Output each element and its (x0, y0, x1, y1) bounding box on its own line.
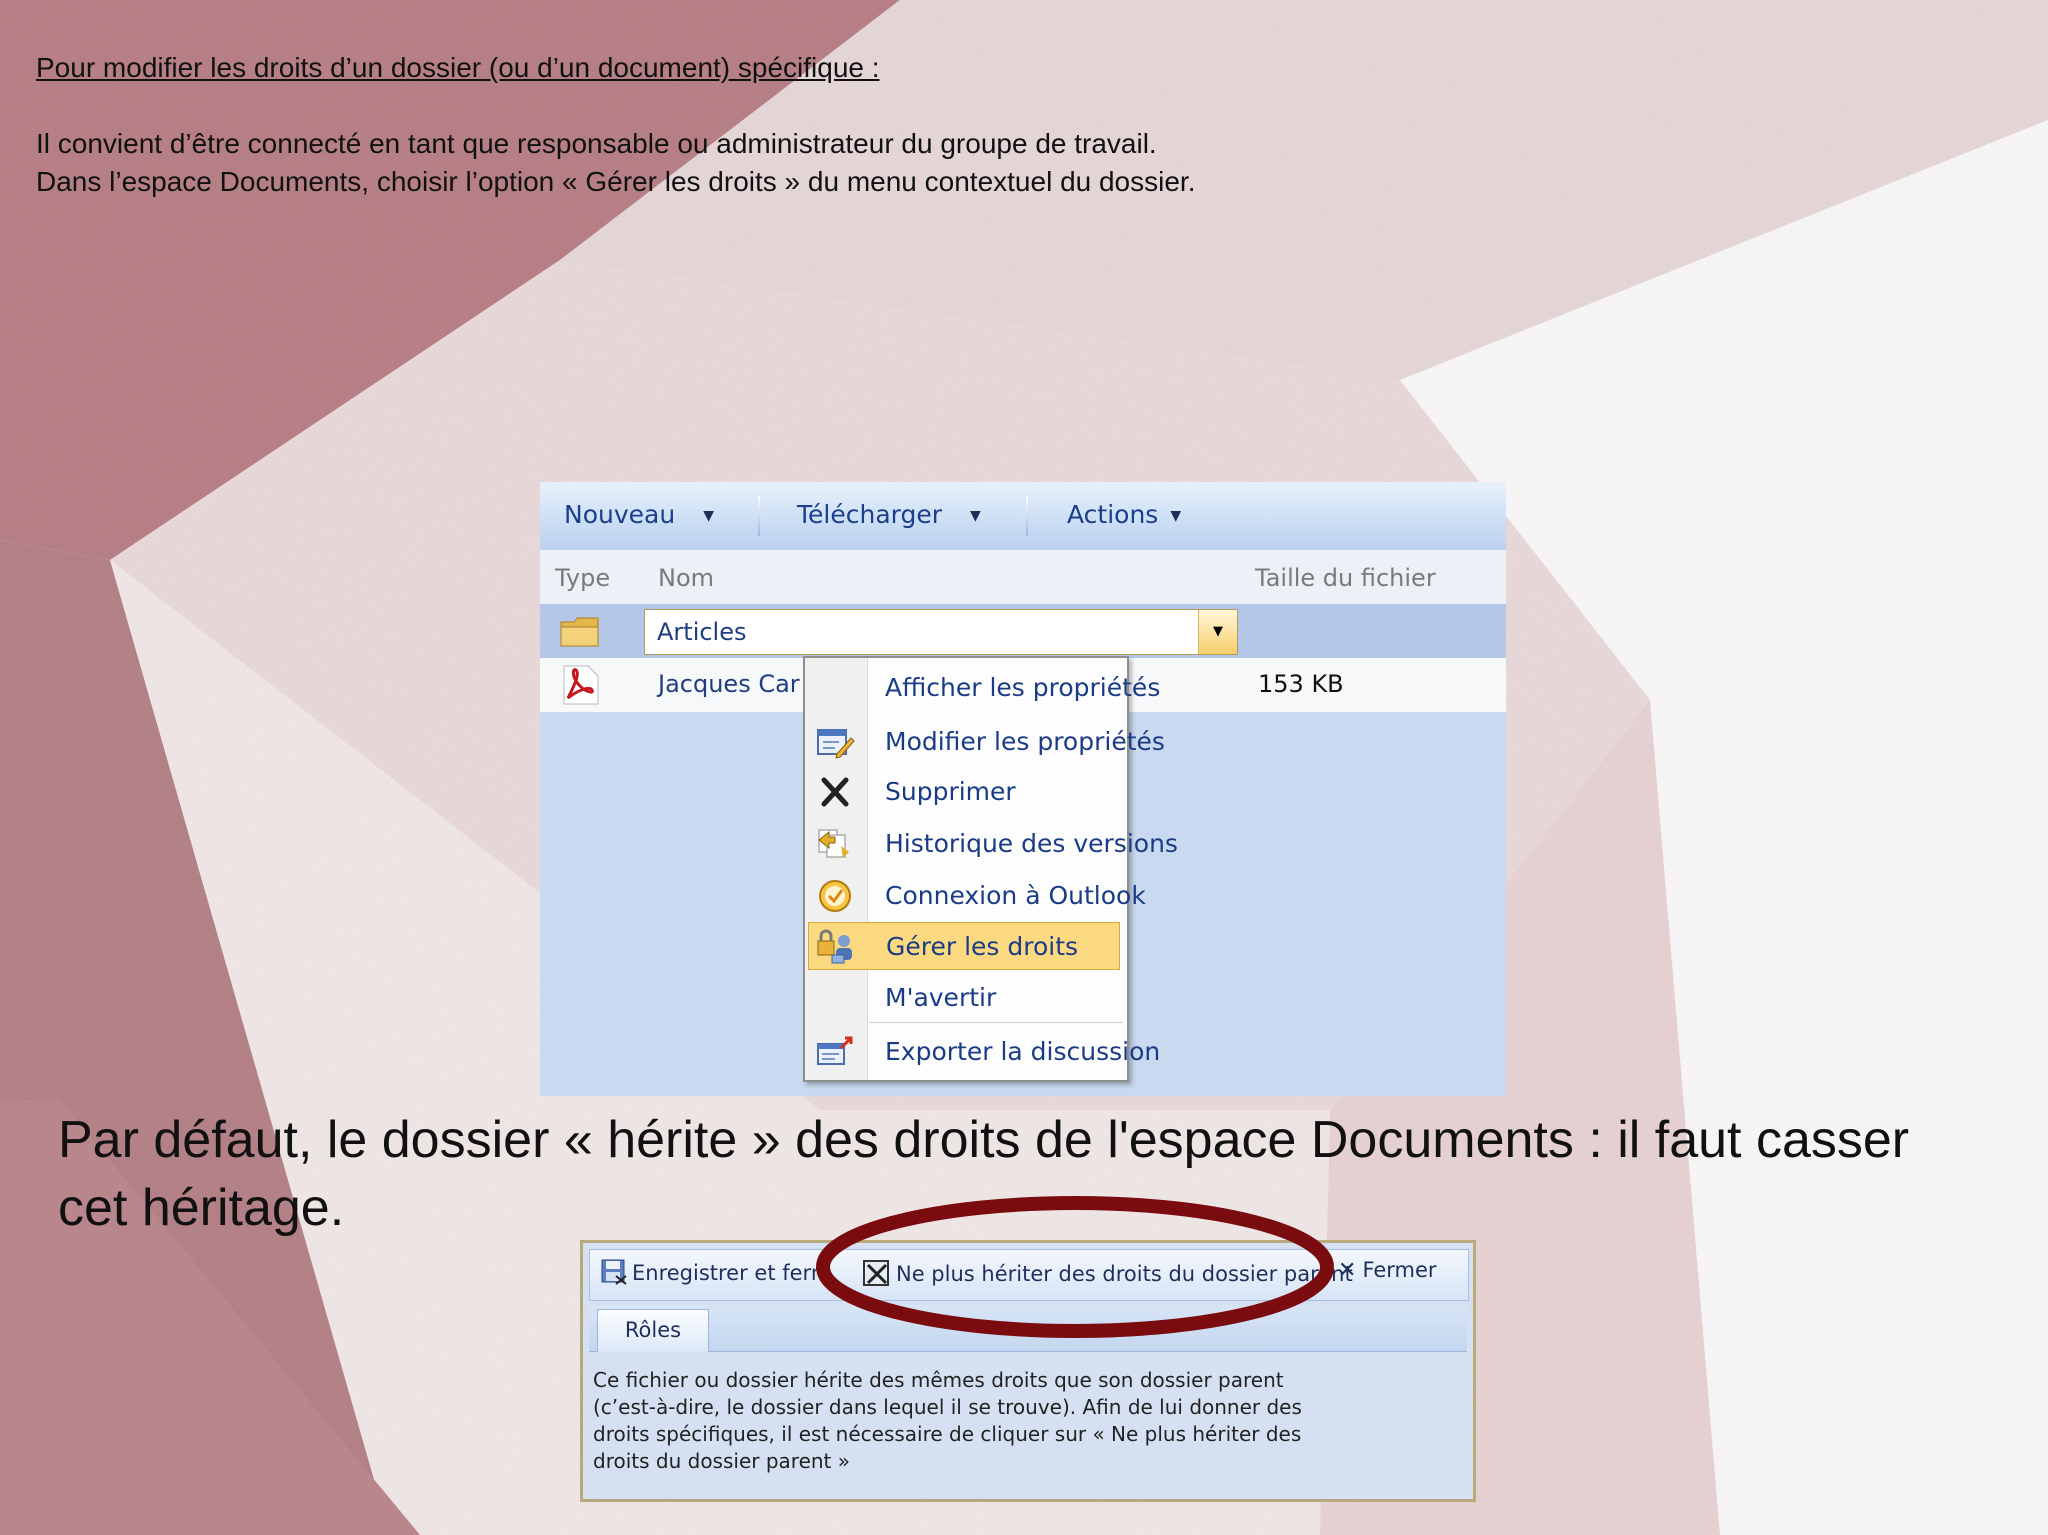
menu-item-label: Modifier les propriétés (885, 727, 1165, 756)
menu-item-label: M'avertir (885, 983, 997, 1012)
column-header-row: Type Nom Taille du fichier (540, 550, 1506, 604)
stop-inherit-icon (863, 1260, 889, 1286)
actions-menu-label: Actions (1067, 500, 1159, 529)
table-row[interactable]: Articles ▼ (540, 604, 1506, 658)
stop-inheriting-button[interactable]: Ne plus hériter des droits du dossier pa… (862, 1258, 1353, 1288)
chevron-down-icon: ▼ (703, 508, 714, 524)
folder-name[interactable]: Articles (657, 618, 747, 646)
intro-line-2: Dans l’espace Documents, choisir l’optio… (36, 166, 1196, 197)
upload-menu-label: Télécharger (797, 500, 943, 529)
file-name[interactable]: Jacques Car (658, 670, 800, 698)
menu-item-connect-outlook[interactable]: Connexion à Outlook (805, 872, 1146, 920)
menu-item-delete[interactable]: Supprimer (805, 768, 1127, 816)
close-button[interactable]: ✕ Fermer (1338, 1258, 1437, 1283)
document-library-screenshot: Nouveau ▼ Télécharger ▼ Actions ▼ Type Nom … (540, 482, 1506, 1096)
intro-line-1: Il convient d’être connecté en tant que … (36, 128, 1157, 159)
tab-roles[interactable]: Rôles (597, 1309, 709, 1352)
menu-item-label: Gérer les droits (886, 932, 1079, 961)
close-label: Fermer (1362, 1258, 1437, 1282)
actions-menu-button[interactable]: Actions ▼ (1067, 496, 1181, 534)
menu-item-export-discussion[interactable]: Exporter la discussion (805, 1028, 1160, 1076)
column-header-size[interactable]: Taille du fichier (1255, 564, 1436, 592)
menu-item-manage-permissions[interactable]: Gérer les droits (808, 922, 1120, 970)
new-menu-button[interactable]: Nouveau ▼ (564, 496, 714, 534)
menu-item-label: Afficher les propriétés (885, 673, 1161, 702)
menu-item-label: Exporter la discussion (885, 1037, 1161, 1066)
menu-item-label: Connexion à Outlook (885, 881, 1146, 910)
description-line: droits du dossier parent » (593, 1449, 850, 1473)
description-line: droits spécifiques, il est nécessaire de… (593, 1422, 1302, 1446)
library-toolbar: Nouveau ▼ Télécharger ▼ Actions ▼ (540, 482, 1506, 551)
description-line: (c’est-à-dire, le dossier dans lequel il… (593, 1395, 1302, 1419)
column-header-type[interactable]: Type (555, 564, 610, 592)
permissions-toolbar: Enregistrer et ferm Ne plus hériter des … (589, 1249, 1469, 1301)
chevron-down-icon: ▼ (1213, 624, 1223, 639)
menu-item-alert-me[interactable]: M'avertir (805, 974, 1127, 1022)
pdf-icon (563, 665, 599, 705)
folder-icon (560, 617, 599, 647)
delete-x-icon (821, 777, 849, 807)
chevron-down-icon: ▼ (970, 508, 981, 524)
close-icon: ✕ (1338, 1258, 1357, 1283)
chevron-down-icon: ▼ (1170, 508, 1182, 524)
context-menu: Afficher les propriétés Modifier les pro… (803, 656, 1178, 1082)
upload-menu-button[interactable]: Télécharger ▼ (797, 496, 981, 534)
save-close-button[interactable]: Enregistrer et ferm (600, 1258, 831, 1286)
inheritance-description: Ce fichier ou dossier hérite des mêmes d… (593, 1367, 1433, 1475)
toolbar-separator (758, 496, 760, 536)
permissions-screenshot: Enregistrer et ferm Ne plus hériter des … (580, 1240, 1476, 1502)
export-icon (817, 1036, 853, 1065)
page-heading: Pour modifier les droits d’un dossier (o… (36, 52, 880, 83)
toolbar-separator (1026, 496, 1028, 536)
description-line: Ce fichier ou dossier hérite des mêmes d… (593, 1368, 1284, 1392)
stop-inheriting-label: Ne plus hériter des droits du dossier pa… (896, 1262, 1353, 1286)
permissions-tabs: Rôles (589, 1305, 1467, 1352)
menu-item-label: Historique des versions (885, 829, 1178, 858)
menu-item-label: Supprimer (885, 777, 1016, 806)
inheritance-paragraph: Par défaut, le dossier « hérite » des dr… (58, 1111, 1910, 1237)
edit-properties-icon (817, 729, 855, 759)
version-history-icon (818, 829, 849, 858)
outlook-icon (819, 880, 851, 912)
new-menu-label: Nouveau (564, 500, 676, 529)
file-size: 153 KB (1258, 670, 1344, 698)
menu-separator (869, 1022, 1123, 1023)
save-close-label: Enregistrer et ferm (632, 1261, 832, 1285)
column-header-name[interactable]: Nom (658, 564, 714, 592)
menu-item-edit-properties[interactable]: Modifier les propriétés (805, 718, 1165, 766)
save-icon (601, 1259, 627, 1285)
name-cell-selected[interactable]: Articles ▼ (644, 609, 1238, 655)
manage-permissions-icon (817, 929, 852, 964)
menu-item-view-properties[interactable]: Afficher les propriétés (805, 664, 1160, 712)
item-dropdown-button[interactable]: ▼ (1198, 610, 1237, 654)
menu-item-version-history[interactable]: Historique des versions (805, 820, 1178, 868)
